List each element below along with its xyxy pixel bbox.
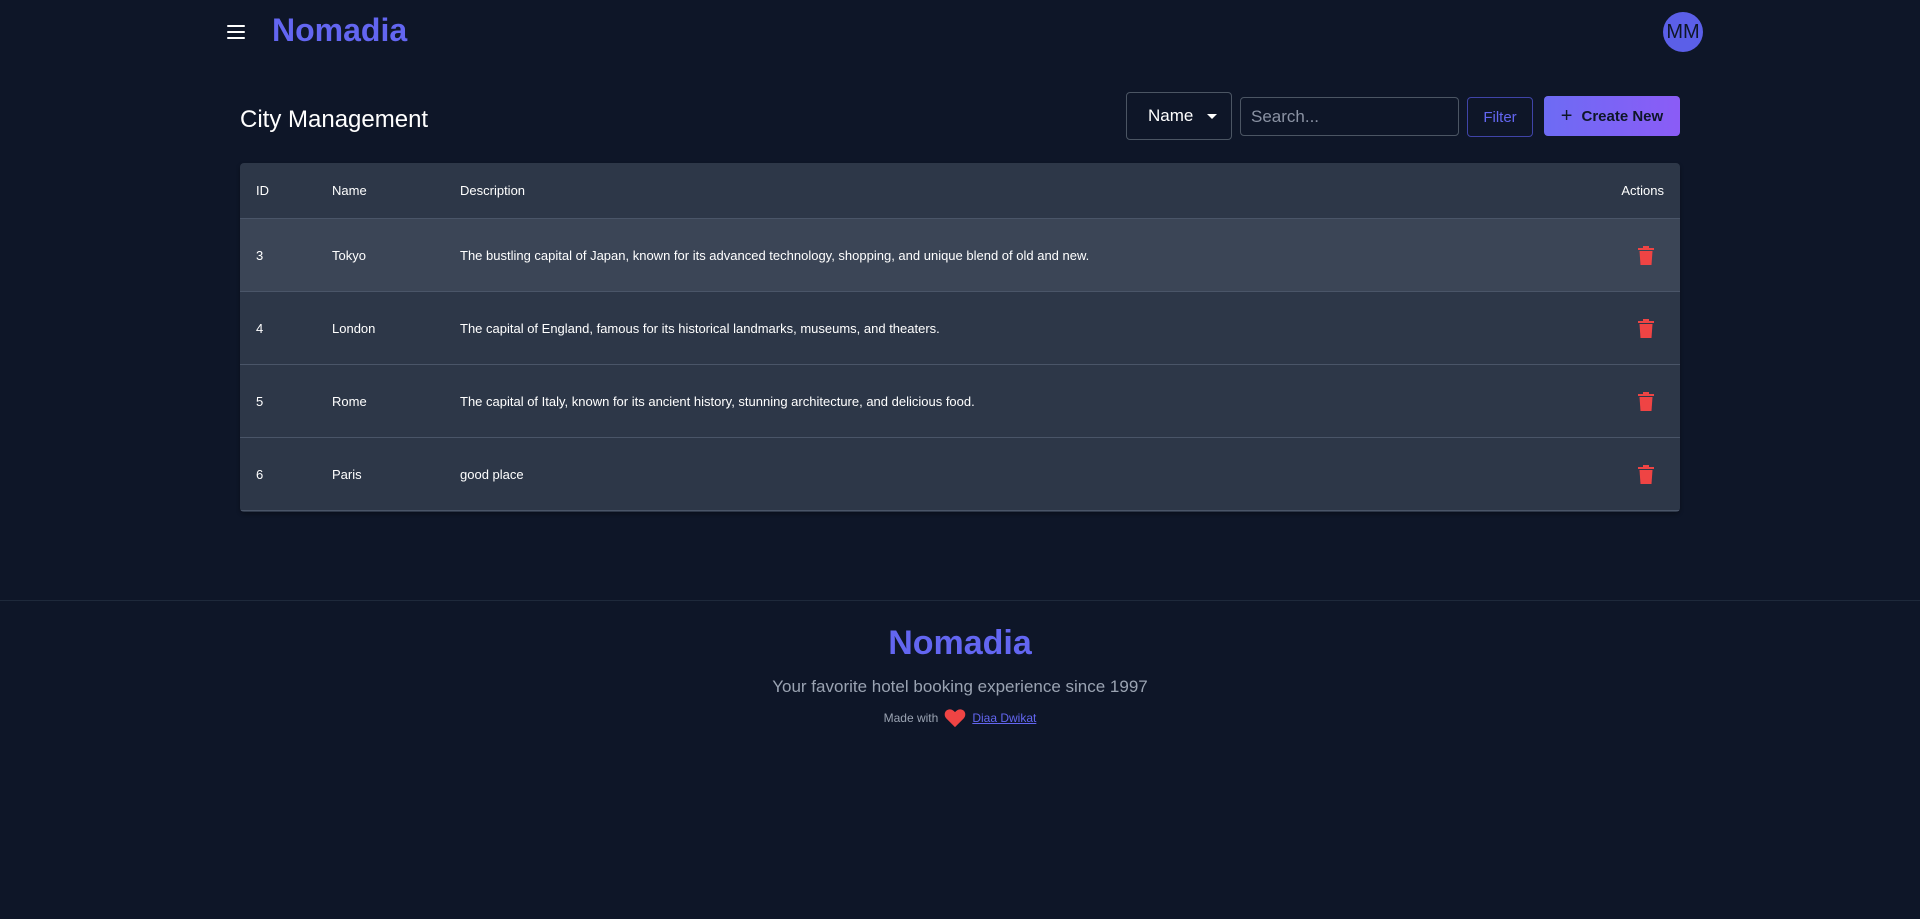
- filter-button[interactable]: Filter: [1467, 97, 1533, 137]
- heart-icon: [945, 709, 966, 728]
- table-row[interactable]: 6 Paris good place: [240, 438, 1680, 511]
- table-row[interactable]: 3 Tokyo The bustling capital of Japan, k…: [240, 219, 1680, 292]
- trash-icon[interactable]: [1638, 391, 1654, 411]
- avatar[interactable]: MM: [1663, 12, 1703, 52]
- delete-button[interactable]: [1638, 365, 1654, 437]
- top-app-bar: Nomadia MM: [0, 0, 1920, 64]
- table-header: ID Name Description Actions: [240, 163, 1680, 219]
- menu-icon[interactable]: [222, 20, 250, 44]
- column-header-name[interactable]: Name: [332, 163, 367, 218]
- trash-icon[interactable]: [1638, 464, 1654, 484]
- row-id: 6: [256, 466, 264, 482]
- create-new-button[interactable]: + Create New: [1544, 96, 1680, 136]
- delete-button[interactable]: [1638, 292, 1654, 364]
- table-row[interactable]: 5 Rome The capital of Italy, known for i…: [240, 365, 1680, 438]
- column-header-id[interactable]: ID: [256, 163, 269, 218]
- sort-field-value: Name: [1148, 106, 1194, 125]
- footer-tagline: Your favorite hotel booking experience s…: [772, 677, 1148, 696]
- search-input[interactable]: [1240, 97, 1459, 136]
- row-description: The capital of Italy, known for its anci…: [460, 393, 975, 409]
- row-name: Paris: [332, 466, 362, 482]
- footer-divider: [0, 600, 1920, 601]
- row-id: 3: [256, 247, 264, 263]
- row-name: Rome: [332, 393, 367, 409]
- caret-down-icon: [1207, 114, 1217, 119]
- row-id: 4: [256, 320, 264, 336]
- row-description: The capital of England, famous for its h…: [460, 320, 940, 336]
- trash-icon[interactable]: [1638, 318, 1654, 338]
- column-header-description[interactable]: Description: [460, 163, 525, 218]
- page-title: City Management: [240, 106, 429, 133]
- row-description: The bustling capital of Japan, known for…: [460, 247, 1090, 263]
- plus-icon: +: [1560, 105, 1573, 127]
- row-id: 5: [256, 393, 264, 409]
- create-new-label: Create New: [1581, 107, 1664, 125]
- row-description: good place: [460, 466, 524, 482]
- city-table: ID Name Description Actions 3 Tokyo The …: [240, 163, 1680, 512]
- made-with-text: Made with: [883, 711, 939, 725]
- author-link[interactable]: Diaa Dwikat: [972, 711, 1036, 725]
- column-header-actions: Actions: [1621, 183, 1664, 198]
- sort-field-select[interactable]: Name: [1126, 92, 1232, 140]
- table-row[interactable]: 4 London The capital of England, famous …: [240, 292, 1680, 365]
- trash-icon[interactable]: [1638, 245, 1654, 265]
- footer-credit: Made with Diaa Dwikat: [0, 708, 1920, 728]
- row-name: London: [332, 320, 376, 336]
- delete-button[interactable]: [1638, 438, 1654, 510]
- brand-logo[interactable]: Nomadia: [272, 12, 407, 49]
- row-name: Tokyo: [332, 247, 366, 263]
- footer-brand: Nomadia: [888, 624, 1032, 662]
- delete-button[interactable]: [1638, 219, 1654, 291]
